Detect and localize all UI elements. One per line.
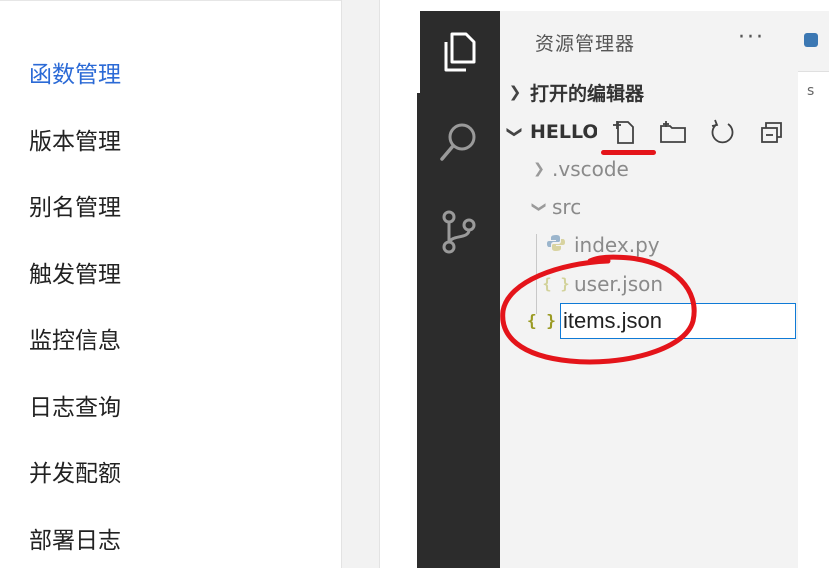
new-folder-icon[interactable] bbox=[658, 117, 688, 147]
search-icon[interactable] bbox=[417, 101, 500, 183]
chevron-right-icon: ❯ bbox=[533, 161, 545, 177]
python-file-icon bbox=[540, 234, 572, 256]
chevron-down-icon: ❯ bbox=[506, 125, 524, 139]
tree-item-label: .vscode bbox=[552, 157, 629, 181]
menu-item-monitoring[interactable]: 监控信息 bbox=[29, 321, 121, 361]
explorer-icon[interactable] bbox=[417, 11, 500, 93]
tree-item-label: index.py bbox=[574, 233, 660, 257]
new-file-row: { } bbox=[500, 303, 798, 341]
python-file-icon bbox=[804, 33, 818, 47]
workspace-label: HELLO bbox=[530, 121, 597, 143]
menu-item-log-query[interactable]: 日志查询 bbox=[29, 388, 121, 428]
menu-item-trigger-management[interactable]: 触发管理 bbox=[29, 255, 121, 295]
workspace-section[interactable]: ❯ HELLO bbox=[500, 114, 798, 150]
activity-bar bbox=[417, 11, 500, 568]
tree-file-user-json[interactable]: { } user.json bbox=[540, 267, 663, 301]
console-side-menu: 函数管理 版本管理 别名管理 触发管理 监控信息 日志查询 并发配额 部署日志 bbox=[0, 0, 341, 568]
page-gutter bbox=[341, 0, 380, 568]
collapse-all-icon[interactable] bbox=[756, 117, 786, 147]
tree-item-label: src bbox=[552, 195, 582, 219]
new-file-icon[interactable] bbox=[609, 117, 639, 147]
tree-folder-vscode[interactable]: ❯ .vscode bbox=[526, 152, 629, 186]
menu-item-concurrency-quota[interactable]: 并发配额 bbox=[29, 454, 121, 494]
editor-area: s bbox=[798, 11, 829, 568]
open-editors-label: 打开的编辑器 bbox=[530, 82, 645, 105]
new-file-name-input[interactable] bbox=[560, 303, 796, 339]
open-editors-section[interactable]: ❯ 打开的编辑器 bbox=[500, 74, 798, 110]
page-gutter bbox=[379, 0, 418, 568]
more-actions-icon[interactable]: ··· bbox=[738, 25, 765, 50]
vscode-window: 资源管理器 ··· ❯ 打开的编辑器 ❯ HELLO ❯ .vscode ❯ s… bbox=[417, 11, 829, 568]
editor-text: s bbox=[807, 83, 815, 99]
menu-item-alias-management[interactable]: 别名管理 bbox=[29, 188, 121, 228]
refresh-icon[interactable] bbox=[707, 117, 737, 147]
source-control-icon[interactable] bbox=[417, 191, 500, 273]
tree-folder-src[interactable]: ❯ src bbox=[526, 190, 581, 224]
chevron-down-icon: ❯ bbox=[531, 201, 547, 213]
chevron-right-icon: ❯ bbox=[508, 83, 522, 101]
tree-file-index-py[interactable]: index.py bbox=[540, 228, 660, 262]
screenshot: 函数管理 版本管理 别名管理 触发管理 监控信息 日志查询 并发配额 部署日志 bbox=[0, 0, 829, 568]
json-file-icon: { } bbox=[527, 311, 556, 330]
explorer-sidebar: 资源管理器 ··· ❯ 打开的编辑器 ❯ HELLO ❯ .vscode ❯ s… bbox=[500, 11, 798, 568]
editor-tab[interactable] bbox=[798, 11, 829, 72]
menu-item-deploy-log[interactable]: 部署日志 bbox=[29, 521, 121, 561]
tree-item-label: user.json bbox=[574, 272, 664, 296]
menu-item-version-management[interactable]: 版本管理 bbox=[29, 122, 121, 162]
json-file-icon: { } bbox=[542, 275, 570, 293]
indent-guide bbox=[536, 234, 537, 314]
explorer-title: 资源管理器 bbox=[535, 33, 636, 55]
menu-item-function-management[interactable]: 函数管理 bbox=[29, 55, 121, 95]
